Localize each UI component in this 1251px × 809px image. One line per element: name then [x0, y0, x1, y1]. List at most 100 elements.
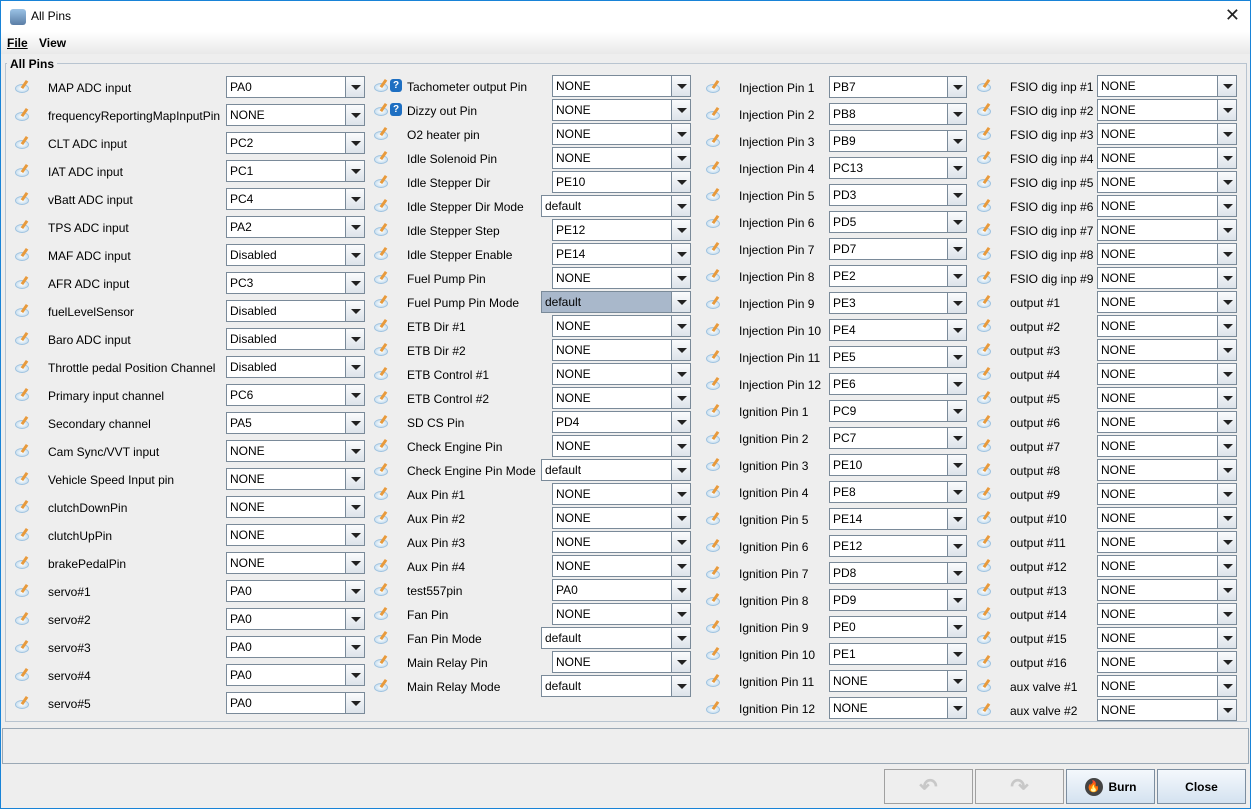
chevron-down-icon[interactable]: [947, 239, 966, 259]
edit-comment-icon[interactable]: [977, 294, 993, 308]
chevron-down-icon[interactable]: [671, 340, 690, 360]
undo-button[interactable]: ↶: [884, 769, 973, 804]
pin-select[interactable]: NONE: [226, 104, 365, 126]
chevron-down-icon[interactable]: [345, 245, 364, 265]
pin-select[interactable]: default: [541, 291, 691, 313]
chevron-down-icon[interactable]: [345, 301, 364, 321]
edit-comment-icon[interactable]: [977, 678, 993, 692]
pin-select[interactable]: PC2: [226, 132, 365, 154]
edit-comment-icon[interactable]: [374, 510, 390, 524]
edit-comment-icon[interactable]: [706, 187, 722, 201]
edit-comment-icon[interactable]: [977, 126, 993, 140]
edit-comment-icon[interactable]: [374, 318, 390, 332]
chevron-down-icon[interactable]: [947, 509, 966, 529]
chevron-down-icon[interactable]: [671, 532, 690, 552]
edit-comment-icon[interactable]: [15, 359, 31, 373]
pin-select[interactable]: PA0: [226, 608, 365, 630]
chevron-down-icon[interactable]: [671, 364, 690, 384]
edit-comment-icon[interactable]: [15, 695, 31, 709]
pin-select[interactable]: NONE: [552, 363, 691, 385]
edit-comment-icon[interactable]: [15, 611, 31, 625]
edit-comment-icon[interactable]: [15, 303, 31, 317]
chevron-down-icon[interactable]: [671, 316, 690, 336]
edit-comment-icon[interactable]: [15, 583, 31, 597]
edit-comment-icon[interactable]: [374, 342, 390, 356]
edit-comment-icon[interactable]: [374, 558, 390, 572]
pin-select[interactable]: PB7: [829, 76, 967, 98]
edit-comment-icon[interactable]: [374, 102, 390, 116]
chevron-down-icon[interactable]: [1217, 676, 1236, 696]
pin-select[interactable]: NONE: [1097, 387, 1237, 409]
pin-select[interactable]: PA5: [226, 412, 365, 434]
chevron-down-icon[interactable]: [345, 413, 364, 433]
pin-select[interactable]: Disabled: [226, 328, 365, 350]
pin-select[interactable]: NONE: [552, 147, 691, 169]
edit-comment-icon[interactable]: [977, 150, 993, 164]
chevron-down-icon[interactable]: [947, 536, 966, 556]
chevron-down-icon[interactable]: [345, 553, 364, 573]
chevron-down-icon[interactable]: [1217, 340, 1236, 360]
chevron-down-icon[interactable]: [1217, 196, 1236, 216]
pin-select[interactable]: PC9: [829, 400, 967, 422]
chevron-down-icon[interactable]: [345, 637, 364, 657]
pin-select[interactable]: PE10: [552, 171, 691, 193]
pin-select[interactable]: PD8: [829, 562, 967, 584]
close-window-icon[interactable]: ✕: [1225, 5, 1240, 26]
chevron-down-icon[interactable]: [671, 412, 690, 432]
pin-select[interactable]: PC4: [226, 188, 365, 210]
edit-comment-icon[interactable]: [374, 198, 390, 212]
pin-select[interactable]: PD4: [552, 411, 691, 433]
edit-comment-icon[interactable]: [374, 150, 390, 164]
chevron-down-icon[interactable]: [1217, 220, 1236, 240]
chevron-down-icon[interactable]: [1217, 556, 1236, 576]
chevron-down-icon[interactable]: [947, 590, 966, 610]
edit-comment-icon[interactable]: [15, 555, 31, 569]
edit-comment-icon[interactable]: [706, 349, 722, 363]
pin-select[interactable]: PC13: [829, 157, 967, 179]
pin-select[interactable]: NONE: [552, 387, 691, 409]
chevron-down-icon[interactable]: [947, 131, 966, 151]
chevron-down-icon[interactable]: [1217, 628, 1236, 648]
edit-comment-icon[interactable]: [374, 438, 390, 452]
edit-comment-icon[interactable]: [706, 79, 722, 93]
pin-select[interactable]: NONE: [1097, 435, 1237, 457]
edit-comment-icon[interactable]: [977, 102, 993, 116]
edit-comment-icon[interactable]: [706, 511, 722, 525]
chevron-down-icon[interactable]: [947, 104, 966, 124]
chevron-down-icon[interactable]: [1217, 292, 1236, 312]
chevron-down-icon[interactable]: [947, 401, 966, 421]
edit-comment-icon[interactable]: [977, 174, 993, 188]
pin-select[interactable]: NONE: [1097, 147, 1237, 169]
chevron-down-icon[interactable]: [671, 676, 690, 696]
edit-comment-icon[interactable]: [706, 241, 722, 255]
pin-select[interactable]: PE6: [829, 373, 967, 395]
edit-comment-icon[interactable]: [374, 390, 390, 404]
pin-select[interactable]: PE10: [829, 454, 967, 476]
pin-select[interactable]: PD7: [829, 238, 967, 260]
pin-select[interactable]: NONE: [1097, 195, 1237, 217]
chevron-down-icon[interactable]: [345, 357, 364, 377]
edit-comment-icon[interactable]: [374, 222, 390, 236]
chevron-down-icon[interactable]: [345, 133, 364, 153]
chevron-down-icon[interactable]: [345, 189, 364, 209]
chevron-down-icon[interactable]: [671, 268, 690, 288]
pin-select[interactable]: NONE: [1097, 75, 1237, 97]
pin-select[interactable]: PE14: [829, 508, 967, 530]
chevron-down-icon[interactable]: [1217, 532, 1236, 552]
edit-comment-icon[interactable]: [977, 366, 993, 380]
edit-comment-icon[interactable]: [374, 246, 390, 260]
pin-select[interactable]: NONE: [1097, 291, 1237, 313]
pin-select[interactable]: NONE: [1097, 531, 1237, 553]
pin-select[interactable]: PA0: [552, 579, 691, 601]
pin-select[interactable]: PE4: [829, 319, 967, 341]
help-icon[interactable]: ?: [390, 103, 402, 116]
edit-comment-icon[interactable]: [706, 295, 722, 309]
pin-select[interactable]: NONE: [552, 483, 691, 505]
pin-select[interactable]: NONE: [1097, 123, 1237, 145]
edit-comment-icon[interactable]: [977, 270, 993, 284]
pin-select[interactable]: PE12: [552, 219, 691, 241]
chevron-down-icon[interactable]: [671, 220, 690, 240]
edit-comment-icon[interactable]: [15, 331, 31, 345]
pin-select[interactable]: PB8: [829, 103, 967, 125]
pin-select[interactable]: NONE: [1097, 675, 1237, 697]
